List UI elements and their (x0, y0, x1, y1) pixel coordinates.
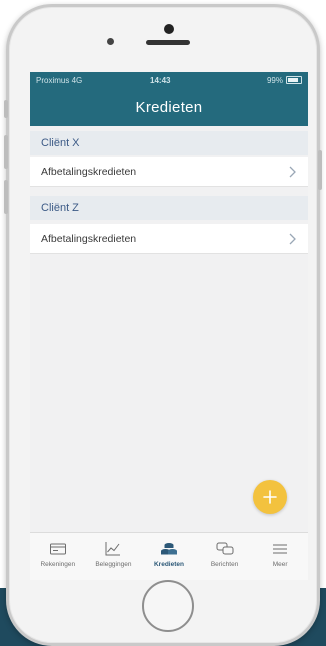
nav-bar: Kredieten (30, 88, 308, 126)
add-button[interactable] (253, 480, 287, 514)
tab-berichten[interactable]: Berichten (197, 533, 253, 580)
chart-line-icon (105, 542, 121, 556)
battery-icon (286, 76, 302, 84)
menu-icon (273, 544, 288, 554)
power-button (318, 150, 322, 190)
chevron-right-icon (289, 233, 296, 245)
list-item-label: Afbetalingskredieten (41, 165, 137, 178)
front-camera (164, 24, 174, 34)
section-title: Cliënt X (41, 137, 80, 149)
tab-label: Meer (272, 561, 288, 568)
card-icon (49, 543, 66, 555)
list-item-client-z-afbetalingskredieten[interactable]: Afbetalingskredieten (30, 224, 308, 254)
section-header-client-z: Cliënt Z (30, 196, 308, 220)
proximity-sensor (107, 38, 114, 45)
list-item-client-x-afbetalingskredieten[interactable]: Afbetalingskredieten (30, 157, 308, 187)
chat-bubbles-icon (216, 542, 234, 555)
volume-up-button (4, 135, 8, 169)
tab-label: Kredieten (153, 561, 184, 568)
plus-icon (263, 490, 277, 504)
list-item-label: Afbetalingskredieten (41, 232, 137, 245)
page-title: Kredieten (135, 98, 203, 116)
tab-bar: Rekeningen Beleggingen Kredieten Bericht… (30, 532, 308, 580)
chevron-right-icon (289, 166, 296, 178)
carrier-label: Proximus 4G (36, 75, 83, 85)
clock: 14:43 (150, 75, 171, 85)
status-bar: Proximus 4G 14:43 99% (30, 72, 308, 88)
tab-beleggingen[interactable]: Beleggingen (86, 533, 142, 580)
coins-stack-icon (160, 543, 177, 555)
tab-meer[interactable]: Meer (252, 533, 308, 580)
tab-kredieten[interactable]: Kredieten (141, 533, 197, 580)
tab-label: Berichten (210, 561, 239, 568)
tab-rekeningen[interactable]: Rekeningen (30, 533, 86, 580)
status-right: 99% (267, 76, 302, 85)
battery-percent: 99% (266, 75, 283, 85)
volume-down-button (4, 180, 8, 214)
tab-label: Beleggingen (95, 561, 132, 568)
earpiece-speaker (146, 40, 190, 45)
app-screen: Proximus 4G 14:43 99% Kredieten Cliënt X… (30, 72, 308, 580)
section-title: Cliënt Z (41, 202, 79, 214)
home-button[interactable] (142, 580, 194, 632)
mute-switch (4, 100, 8, 118)
tab-label: Rekeningen (40, 561, 76, 568)
section-header-client-x: Cliënt X (30, 131, 308, 155)
